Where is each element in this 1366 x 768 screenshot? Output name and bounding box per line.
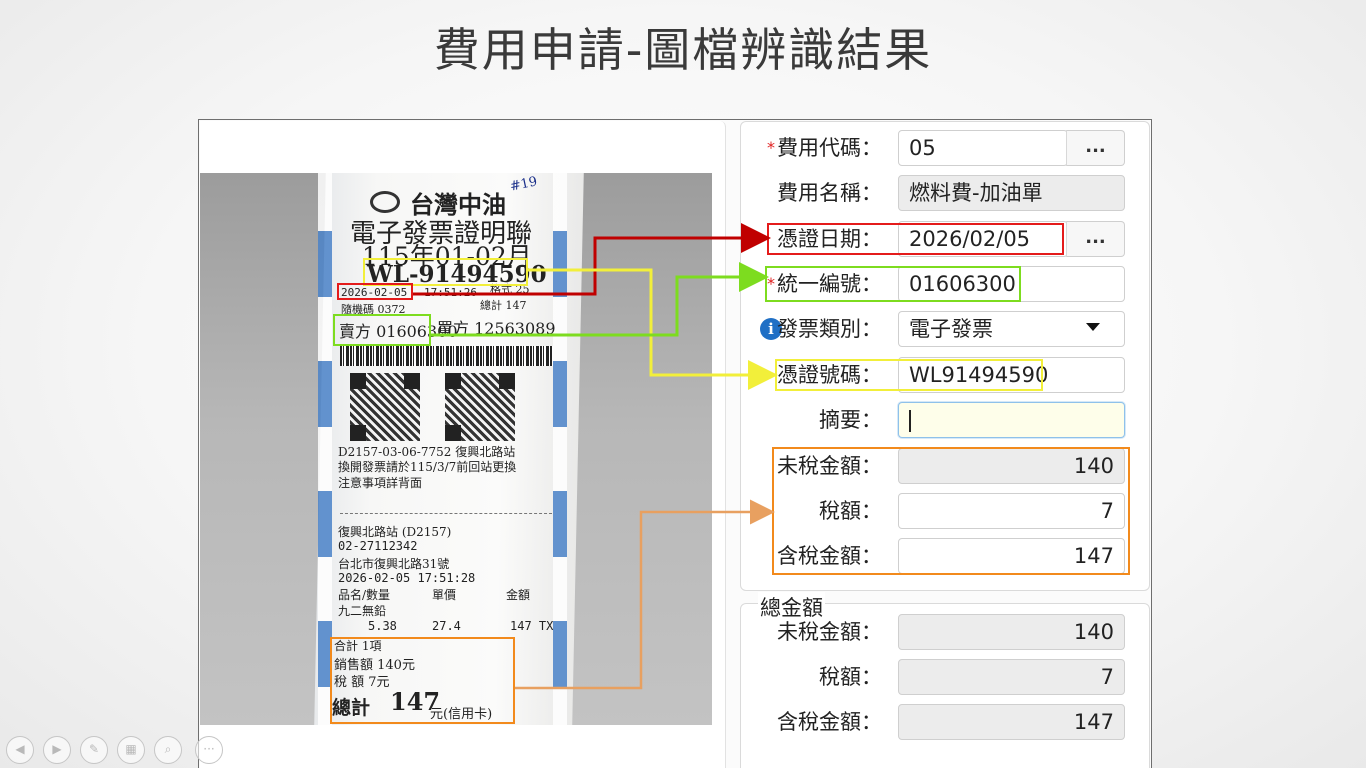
- receipt-barcode: [340, 346, 553, 366]
- receipt-time-short: 17:51:26: [424, 286, 477, 299]
- date-picker-button[interactable]: ...: [1066, 221, 1125, 257]
- totals-pretax-field: 140: [898, 614, 1125, 650]
- text-caret: [909, 410, 911, 432]
- voucher-date-highlight: [767, 223, 1064, 255]
- receipt-qr-left: [350, 373, 420, 441]
- receipt-col-amount: 金額: [506, 588, 531, 602]
- invoice-type-label: 發票類別：: [777, 317, 882, 341]
- expense-name-field: 燃料費-加油單: [898, 175, 1125, 211]
- totals-tax-label: 稅額：: [819, 665, 882, 689]
- voucher-no-highlight: [775, 359, 1043, 391]
- receipt-col-price: 單價: [432, 588, 457, 602]
- expense-code-picker-button[interactable]: ...: [1066, 130, 1125, 166]
- receipt-item-qty: 5.38: [368, 619, 397, 633]
- receipt-item-price: 27.4: [432, 619, 461, 633]
- summary-input[interactable]: [898, 402, 1125, 438]
- next-slide-icon[interactable]: ▶: [43, 736, 71, 764]
- pen-icon[interactable]: ✎: [80, 736, 108, 764]
- totals-total-label: 含稅金額：: [777, 710, 882, 734]
- amounts-highlight: [772, 447, 1130, 575]
- tax-id-field-highlight: [765, 266, 1021, 302]
- receipt-item-amount: 147 TX: [510, 619, 554, 633]
- more-options-icon[interactable]: ···: [195, 736, 223, 764]
- tax-id-highlight: [333, 314, 431, 346]
- expense-code-label: *費用代碼：: [767, 136, 882, 160]
- expense-code-field[interactable]: 05: [898, 130, 1068, 166]
- slides-overview-icon[interactable]: ▦: [117, 736, 145, 764]
- date-highlight: [337, 283, 413, 300]
- receipt-store-name: 復興北路站 (D2157): [338, 525, 452, 539]
- receipt-divider: [340, 513, 552, 514]
- receipt-right-strip: [553, 173, 567, 725]
- required-mark: *: [767, 138, 775, 157]
- previous-slide-icon[interactable]: ◀: [6, 736, 34, 764]
- receipt-item-name: 九二無鉛: [338, 604, 387, 618]
- receipt-address: 台北市復興北路31號: [338, 557, 450, 571]
- receipt-notice: 注意事項詳背面: [338, 476, 423, 490]
- slide-title: 費用申請-圖檔辨識結果: [433, 23, 933, 77]
- summary-label: 摘要：: [819, 408, 882, 432]
- receipt-exchange-note: 換開發票請於115/3/7前回站更換: [338, 460, 517, 474]
- receipt-datetime: 2026-02-05 17:51:28: [338, 571, 476, 585]
- receipt-col-item: 品名/數量: [338, 588, 391, 602]
- receipt-buyer: 買方 12563089: [437, 319, 556, 338]
- amount-highlight: [330, 637, 515, 724]
- totals-tax-field: 7: [898, 659, 1125, 695]
- expense-name-label: 費用名稱：: [777, 181, 882, 205]
- receipt-phone: 02-27112342: [338, 539, 418, 553]
- receipt-total-short: 總計 147: [480, 299, 527, 312]
- totals-total-field: 147: [898, 704, 1125, 740]
- chevron-down-icon[interactable]: [1086, 323, 1100, 331]
- totals-pretax-label: 未稅金額：: [777, 620, 882, 644]
- invoice-no-highlight: [363, 258, 528, 286]
- cpc-logo-icon: [370, 191, 400, 213]
- receipt-qr-right: [445, 373, 515, 441]
- zoom-icon[interactable]: ⌕: [154, 736, 182, 764]
